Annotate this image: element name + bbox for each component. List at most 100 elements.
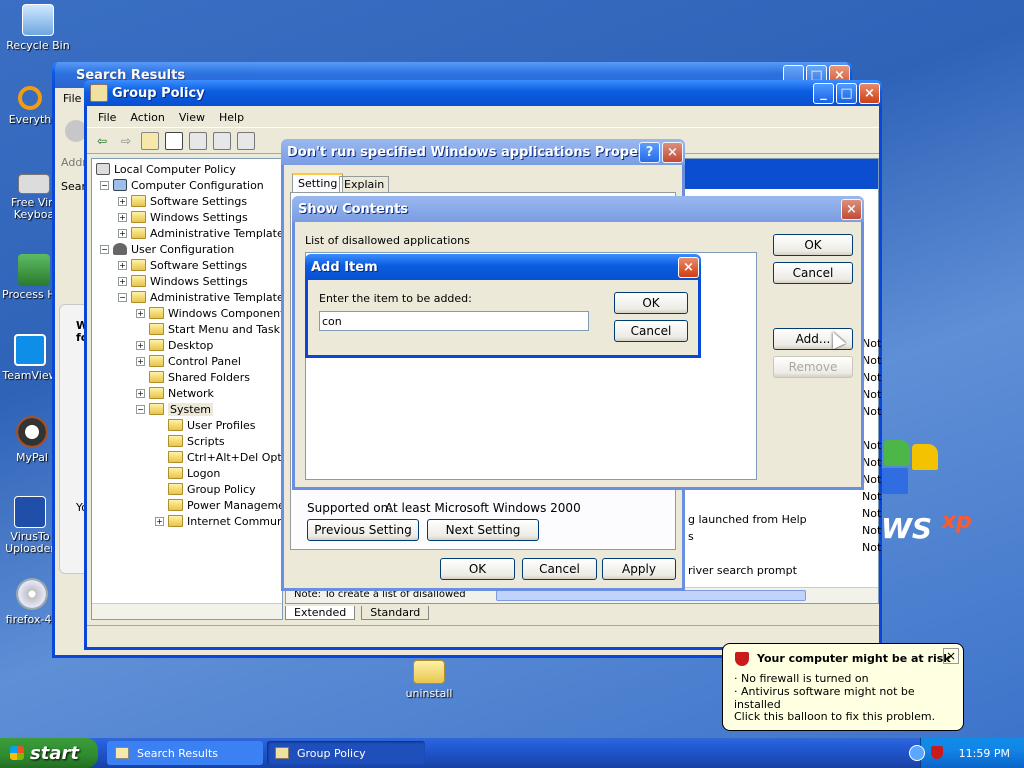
tree-item[interactable]: Scripts <box>168 433 225 449</box>
tree-item[interactable]: − System <box>136 401 214 417</box>
folder-open-icon <box>149 403 164 415</box>
cancel-button[interactable]: Cancel <box>614 320 688 342</box>
list-item[interactable]: g launched from Help <box>688 513 807 526</box>
expand-icon[interactable]: + <box>118 228 127 238</box>
desktop-icon-uninstall[interactable]: uninstall <box>391 660 467 700</box>
expand-icon[interactable]: + <box>118 276 127 286</box>
help-icon[interactable] <box>237 131 255 150</box>
tree-item[interactable]: + Administrative Templates <box>118 225 282 241</box>
clock[interactable]: 11:59 PM <box>959 747 1010 760</box>
collapse-icon[interactable]: − <box>118 292 127 302</box>
process-hacker-icon <box>18 254 50 286</box>
expand-icon[interactable]: + <box>136 308 145 318</box>
tab-explain[interactable]: Explain <box>339 176 390 192</box>
computer-icon <box>113 179 127 191</box>
cancel-button[interactable]: Cancel <box>773 262 853 284</box>
folder-icon <box>168 499 183 511</box>
properties-icon[interactable] <box>189 131 207 150</box>
tree-item[interactable]: + Desktop <box>136 337 213 353</box>
start-button[interactable]: start <box>0 738 98 768</box>
show-hide-tree-icon[interactable] <box>165 131 183 150</box>
item-input[interactable] <box>319 311 589 331</box>
folder-icon <box>168 467 183 479</box>
tree-item[interactable]: + Windows Settings <box>118 273 248 289</box>
collapse-icon[interactable]: − <box>136 404 145 414</box>
expand-icon[interactable]: + <box>155 516 164 526</box>
export-list-icon[interactable] <box>213 131 231 150</box>
menu-file[interactable]: File <box>91 111 123 124</box>
folder-icon <box>149 355 164 367</box>
show-hidden-icons-icon[interactable] <box>909 745 925 761</box>
tab-standard[interactable]: Standard <box>361 606 430 620</box>
tab-setting[interactable]: Setting <box>292 173 344 192</box>
expand-icon[interactable]: + <box>118 196 127 206</box>
tree-item[interactable]: + Windows Settings <box>118 209 248 225</box>
tree-item[interactable]: Logon <box>168 465 220 481</box>
list-item[interactable]: river search prompt <box>688 564 797 577</box>
desktop-icon-recycle-bin[interactable]: Recycle Bin <box>0 4 76 52</box>
tree-item[interactable]: Local Computer Policy <box>96 161 236 177</box>
tree-item[interactable]: − User Configuration <box>100 241 234 257</box>
menu-file[interactable]: File <box>63 92 81 105</box>
add-item-dialog[interactable]: Add Item × Enter the item to be added: O… <box>305 254 701 358</box>
tree-item[interactable]: Power Managemen <box>168 497 282 513</box>
apply-button[interactable]: Apply <box>602 558 676 580</box>
tree-item[interactable]: Shared Folders <box>149 369 250 385</box>
menu-action[interactable]: Action <box>123 111 171 124</box>
expand-icon[interactable]: + <box>136 340 145 350</box>
security-center-icon[interactable] <box>931 746 943 759</box>
expand-icon[interactable]: + <box>136 356 145 366</box>
tree-item[interactable]: + Software Settings <box>118 257 247 273</box>
remove-button[interactable]: Remove <box>773 356 853 378</box>
tree-item[interactable]: + Network <box>136 385 214 401</box>
collapse-icon[interactable]: − <box>100 180 109 190</box>
folder-icon <box>131 211 146 223</box>
ok-button[interactable]: OK <box>614 292 688 314</box>
taskbar-button-group-policy[interactable]: Group Policy <box>267 741 425 765</box>
ok-button[interactable]: OK <box>773 234 853 256</box>
maximize-button[interactable]: □ <box>836 82 857 104</box>
folder-icon <box>131 275 146 287</box>
forward-arrow-icon[interactable]: ⇨ <box>117 132 135 150</box>
tree-item[interactable]: + Control Panel <box>136 353 241 369</box>
expand-icon[interactable]: + <box>136 388 145 398</box>
tree-item[interactable]: + Software Settings <box>118 193 247 209</box>
taskbar-button-search-results[interactable]: Search Results <box>107 741 263 765</box>
close-button[interactable]: × <box>678 256 699 278</box>
folder-icon <box>131 259 146 271</box>
help-button[interactable]: ? <box>639 141 660 163</box>
tree-item[interactable]: + Windows Components <box>136 305 282 321</box>
ok-button[interactable]: OK <box>440 558 515 580</box>
tab-extended[interactable]: Extended <box>285 606 356 620</box>
horizontal-scrollbar[interactable] <box>92 603 282 619</box>
policy-tree[interactable]: Local Computer Policy − Computer Configur… <box>91 158 283 620</box>
collapse-icon[interactable]: − <box>100 244 109 254</box>
folder-icon <box>149 387 164 399</box>
expand-icon[interactable]: + <box>118 260 127 270</box>
close-button[interactable]: × <box>662 141 683 163</box>
next-setting-button[interactable]: Next Setting <box>427 519 539 541</box>
tree-item[interactable]: + Internet Communic <box>155 513 282 529</box>
list-item[interactable]: s <box>688 530 694 543</box>
previous-setting-button[interactable]: Previous Setting <box>307 519 419 541</box>
close-icon[interactable]: × <box>943 648 959 664</box>
cancel-button[interactable]: Cancel <box>522 558 597 580</box>
tree-item[interactable]: Group Policy <box>168 481 256 497</box>
menu-bar: File Action View Help <box>87 108 879 128</box>
up-folder-icon[interactable] <box>141 131 159 150</box>
tree-item[interactable]: Start Menu and Taskba <box>149 321 282 337</box>
menu-view[interactable]: View <box>172 111 212 124</box>
close-button[interactable]: × <box>841 198 862 220</box>
balloon-line: · No firewall is turned on <box>734 672 869 685</box>
minimize-button[interactable]: _ <box>813 82 834 104</box>
tree-item[interactable]: User Profiles <box>168 417 256 433</box>
expand-icon[interactable]: + <box>118 212 127 222</box>
back-arrow-icon[interactable]: ⇦ <box>93 132 111 150</box>
tree-item[interactable]: − Administrative Templates <box>118 289 282 305</box>
menu-help[interactable]: Help <box>212 111 251 124</box>
window-title: Group Policy <box>112 85 205 101</box>
close-button[interactable]: × <box>859 82 880 104</box>
tree-item[interactable]: − Computer Configuration <box>100 177 264 193</box>
security-balloon[interactable]: Your computer might be at risk × · No fi… <box>722 643 964 731</box>
tree-item[interactable]: Ctrl+Alt+Del Optio <box>168 449 282 465</box>
